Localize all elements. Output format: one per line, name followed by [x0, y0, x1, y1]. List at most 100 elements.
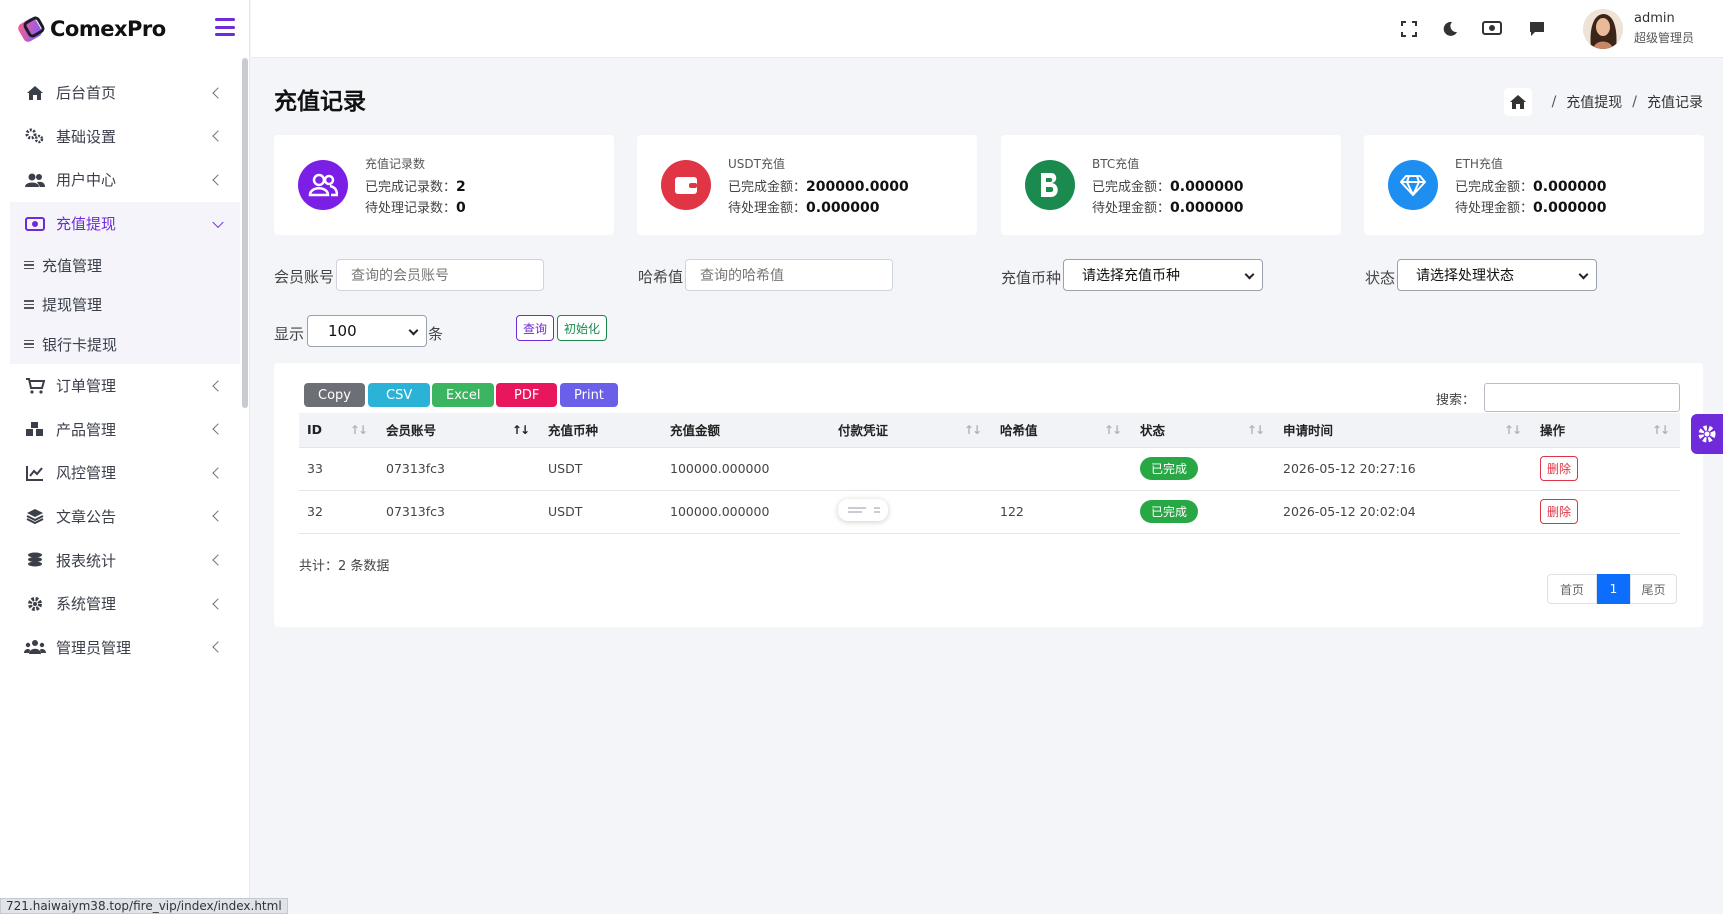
message-icon[interactable] — [1528, 20, 1548, 40]
sort-icon[interactable]: ↑↓ — [964, 423, 982, 437]
sidebar-item-label: 用户中心 — [56, 171, 117, 190]
submenu: 充值管理 提现管理 银行卡提现 — [10, 245, 240, 364]
card-line: 待处理金额：0.000000 — [1092, 200, 1244, 216]
column-header-voucher[interactable]: 付款凭证 ↑↓ — [830, 413, 992, 447]
sidebar-item-recharge-withdraw[interactable]: 充值提现 — [10, 201, 240, 246]
sidebar-item-products[interactable]: 产品管理 — [10, 407, 240, 451]
pdf-button[interactable]: PDF — [496, 383, 558, 407]
sidebar-item-risk[interactable]: 风控管理 — [10, 451, 240, 495]
cart-icon — [24, 376, 46, 396]
money-icon[interactable] — [1482, 20, 1502, 40]
page-current-button[interactable]: 1 — [1597, 574, 1630, 604]
sidebar-item-label: 风控管理 — [56, 464, 117, 483]
stat-card-eth: ETH充值 已完成金额：0.000000 待处理金额：0.000000 — [1364, 135, 1704, 235]
sidebar-item-label: 管理员管理 — [56, 638, 132, 657]
sort-icon[interactable]: ↑↓ — [1504, 423, 1522, 437]
submenu-item-withdraw[interactable]: 提现管理 — [10, 285, 240, 325]
sidebar-item-label: 文章公告 — [56, 507, 117, 526]
sidebar-item-label: 报表统计 — [56, 551, 117, 570]
cell-coin: USDT — [548, 461, 583, 476]
query-button[interactable]: 查询 — [516, 315, 555, 341]
sort-icon[interactable]: ↑↓ — [512, 423, 530, 437]
column-header-coin: 充值币种 — [548, 423, 599, 439]
sidebar-menu: 后台首页 基础设置 用户中心 充值提现 充值管理 提现管理 银行卡提现 订单管理… — [10, 71, 240, 669]
column-header-account[interactable]: 会员账号 ↑↓ — [378, 413, 540, 447]
submenu-item-bank-withdraw[interactable]: 银行卡提现 — [10, 324, 240, 364]
sidebar-item-label: 产品管理 — [56, 420, 117, 439]
records-table: ID ↑↓ 会员账号 ↑↓ 充值币种 充值金额 付款凭证 ↑↓ 哈希值 ↑↓ 状态 ↑↓ … — [299, 413, 1680, 534]
sidebar-scrollbar[interactable] — [242, 58, 248, 408]
sidebar-item-orders[interactable]: 订单管理 — [10, 364, 240, 408]
user-name[interactable]: admin — [1634, 11, 1675, 26]
breadcrumb-separator: / — [1632, 94, 1637, 110]
page-first-button[interactable]: 首页 — [1547, 574, 1597, 604]
page-title: 充值记录 — [274, 89, 366, 115]
reset-button[interactable]: 初始化 — [557, 315, 608, 341]
sort-icon[interactable]: ↑↓ — [1247, 423, 1265, 437]
card-line: 待处理金额：0.000000 — [728, 200, 880, 216]
menu-toggle-icon[interactable] — [215, 18, 235, 36]
print-button[interactable]: Print — [560, 383, 618, 407]
member-input[interactable]: 查询的会员账号 — [336, 259, 544, 291]
chevron-left-icon — [212, 423, 224, 435]
gear-icon — [24, 594, 46, 614]
status-select[interactable]: 请选择处理状态 — [1397, 259, 1597, 291]
search-label: 搜索： — [1436, 393, 1476, 408]
column-header-id[interactable]: ID ↑↓ — [299, 413, 378, 447]
cell-hash: 122 — [1000, 504, 1024, 519]
chevron-left-icon — [212, 554, 224, 566]
cell-status: 已完成 — [1132, 490, 1275, 533]
list-icon — [24, 300, 34, 309]
brand[interactable]: ComexPro — [0, 0, 249, 58]
submenu-label: 提现管理 — [42, 296, 103, 315]
page-length-select[interactable]: 100 — [307, 315, 427, 347]
coin-select[interactable]: 请选择充值币种 — [1063, 259, 1263, 291]
copy-button[interactable]: Copy — [304, 383, 365, 407]
table-card: Copy CSV Excel PDF Print 搜索： ID ↑↓ 会员账号 ↑↓… — [274, 363, 1703, 627]
page-last-button[interactable]: 尾页 — [1630, 574, 1677, 604]
cell-voucher — [830, 447, 992, 490]
column-header-time[interactable]: 申请时间 ↑↓ — [1275, 413, 1532, 447]
hash-input[interactable]: 查询的哈希值 — [685, 259, 893, 291]
sidebar-item-label: 后台首页 — [56, 84, 117, 103]
sidebar-item-users[interactable]: 用户中心 — [10, 158, 240, 202]
fullscreen-icon[interactable] — [1400, 20, 1420, 40]
column-header-action[interactable]: 操作 ↑↓ — [1532, 413, 1680, 447]
dark-mode-icon[interactable] — [1441, 20, 1461, 40]
submenu-label: 银行卡提现 — [42, 335, 118, 354]
stat-card-usdt: USDT充值 已完成金额：200000.0000 待处理金额：0.000000 — [637, 135, 977, 235]
sidebar-item-home[interactable]: 后台首页 — [10, 71, 240, 115]
breadcrumb-home-icon[interactable] — [1503, 88, 1532, 116]
breadcrumb-item[interactable]: 充值提现 — [1566, 92, 1622, 112]
cell-time: 2026-05-12 20:02:04 — [1283, 504, 1416, 519]
sort-icon[interactable]: ↑↓ — [350, 423, 368, 437]
search-input[interactable] — [1484, 383, 1680, 412]
status-bar-url: 721.haiwaiym38.top/fire_vip/index/index.… — [0, 898, 288, 914]
sidebar-item-system[interactable]: 系统管理 — [10, 582, 240, 626]
avatar[interactable] — [1583, 9, 1623, 49]
chevron-down-icon — [1578, 269, 1589, 280]
sidebar-item-admins[interactable]: 管理员管理 — [10, 625, 240, 669]
sidebar-item-settings[interactable]: 基础设置 — [10, 115, 240, 159]
voucher-thumbnail[interactable] — [838, 499, 888, 521]
card-line: 待处理金额：0.000000 — [1455, 200, 1607, 216]
csv-button[interactable]: CSV — [368, 383, 431, 407]
chevron-down-icon — [212, 216, 224, 228]
sidebar-item-reports[interactable]: 报表统计 — [10, 538, 240, 582]
chevron-down-icon — [1244, 269, 1255, 280]
submenu-item-recharge[interactable]: 充值管理 — [10, 245, 240, 285]
submenu-label: 充值管理 — [42, 256, 103, 275]
sort-icon[interactable]: ↑↓ — [1104, 423, 1122, 437]
cell-id: 32 — [307, 504, 323, 519]
excel-button[interactable]: Excel — [432, 383, 495, 407]
member-label: 会员账号 — [274, 268, 335, 286]
column-header-status[interactable]: 状态 ↑↓ — [1132, 413, 1275, 447]
delete-button[interactable]: 删除 — [1540, 456, 1579, 481]
chevron-left-icon — [212, 87, 224, 99]
sort-icon[interactable]: ↑↓ — [1652, 423, 1670, 437]
sidebar-item-articles[interactable]: 文章公告 — [10, 495, 240, 539]
delete-button[interactable]: 删除 — [1540, 499, 1579, 524]
settings-gear-icon[interactable] — [1691, 414, 1723, 454]
list-icon — [24, 339, 34, 349]
column-header-hash[interactable]: 哈希值 ↑↓ — [992, 413, 1132, 447]
